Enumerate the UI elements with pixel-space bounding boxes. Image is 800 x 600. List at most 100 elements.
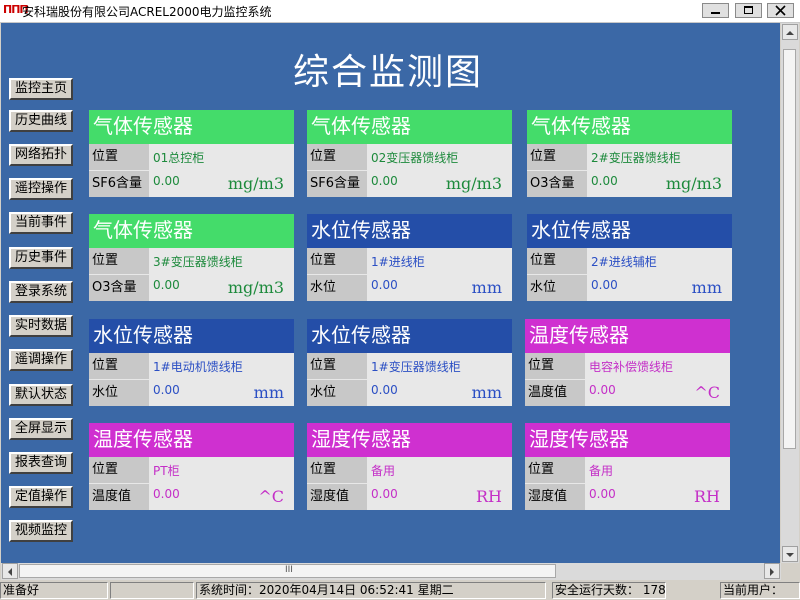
gas-sensor-card: 气体传感器 位置 01总控柜 SF6含量 0.00 mg/m3	[89, 110, 294, 197]
nav-realtime-data-button[interactable]: 实时数据	[9, 315, 73, 337]
page-title: 综合监测图	[293, 52, 484, 93]
position-value: 1#进线柜	[371, 255, 425, 269]
nav-login-button[interactable]: 登录系统	[9, 281, 73, 303]
scrollbar-corner	[781, 563, 799, 580]
nav-remote-adjust-button[interactable]: 遥调操作	[9, 349, 73, 371]
scroll-left-arrow-icon[interactable]	[2, 563, 18, 579]
position-label: 位置	[307, 248, 367, 274]
unit-label: mg/m3	[445, 174, 502, 193]
measure-label: 水位	[307, 275, 367, 301]
scroll-down-arrow-icon[interactable]	[782, 546, 798, 562]
card-title: 气体传感器	[307, 110, 512, 144]
vertical-scroll-thumb[interactable]	[783, 49, 796, 449]
measure-value: 0.00	[153, 174, 180, 188]
humidity-sensor-card: 湿度传感器 位置 备用 湿度值 0.00 RH	[525, 423, 730, 510]
unit-label: mg/m3	[665, 174, 722, 193]
measure-value: 0.00	[371, 174, 398, 188]
measure-label: 温度值	[89, 484, 149, 510]
unit-label: ^C	[258, 487, 284, 506]
nav-video-button[interactable]: 视频监控	[9, 520, 73, 542]
nav-report-query-button[interactable]: 报表查询	[9, 452, 73, 474]
position-value: 1#变压器馈线柜	[371, 360, 461, 374]
position-label: 位置	[89, 353, 149, 379]
nav-topology-button[interactable]: 网络拓扑	[9, 144, 73, 166]
nav-history-curve-button[interactable]: 历史曲线	[9, 110, 73, 132]
nav-setpoint-button[interactable]: 定值操作	[9, 486, 73, 508]
scroll-up-arrow-icon[interactable]	[782, 24, 798, 40]
gas-sensor-card: 气体传感器 位置 3#变压器馈线柜 O3含量 0.00 mg/m3	[89, 214, 294, 301]
card-title: 气体传感器	[89, 214, 294, 248]
position-value: 1#电动机馈线柜	[153, 360, 243, 374]
measure-value: 0.00	[371, 278, 398, 292]
unit-label: RH	[694, 487, 720, 506]
measure-label: SF6含量	[89, 171, 149, 197]
vertical-scrollbar[interactable]	[781, 23, 799, 563]
water-sensor-card: 水位传感器 位置 1#变压器馈线柜 水位 0.00 mm	[307, 319, 512, 406]
position-value: 2#进线辅柜	[591, 255, 657, 269]
minimize-button[interactable]	[702, 3, 729, 18]
card-title: 水位传感器	[307, 214, 512, 248]
gas-sensor-card: 气体传感器 位置 02变压器馈线柜 SF6含量 0.00 mg/m3	[307, 110, 512, 197]
measure-value: 0.00	[589, 383, 616, 397]
window-title: 安科瑞股份有限公司ACREL2000电力监控系统	[22, 5, 272, 19]
horizontal-scroll-thumb[interactable]: III	[19, 564, 556, 578]
nav-current-events-button[interactable]: 当前事件	[9, 212, 73, 234]
card-title: 气体传感器	[527, 110, 732, 144]
app-logo-icon: ΠΠΠ	[3, 3, 29, 16]
measure-label: O3含量	[89, 275, 149, 301]
card-title: 湿度传感器	[525, 423, 730, 457]
unit-label: mg/m3	[227, 278, 284, 297]
unit-label: mm	[253, 383, 284, 402]
measure-value: 0.00	[153, 383, 180, 397]
measure-value: 0.00	[153, 278, 180, 292]
humidity-sensor-card: 湿度传感器 位置 备用 湿度值 0.00 RH	[307, 423, 512, 510]
nav-home-button[interactable]: 监控主页	[9, 78, 73, 100]
horizontal-scrollbar[interactable]: III	[1, 563, 781, 580]
position-label: 位置	[307, 457, 367, 483]
unit-label: ^C	[694, 383, 720, 402]
card-title: 湿度传感器	[307, 423, 512, 457]
temperature-sensor-card: 温度传感器 位置 电容补偿馈线柜 温度值 0.00 ^C	[525, 319, 730, 406]
water-sensor-card: 水位传感器 位置 1#进线柜 水位 0.00 mm	[307, 214, 512, 301]
position-label: 位置	[89, 144, 149, 170]
card-title: 气体传感器	[89, 110, 294, 144]
position-label: 位置	[307, 353, 367, 379]
maximize-button[interactable]	[735, 3, 762, 18]
unit-label: mm	[471, 278, 502, 297]
status-safe-days: 安全运行天数： 178	[552, 582, 666, 599]
status-empty-pane	[110, 582, 194, 599]
position-value: 电容补偿馈线柜	[589, 360, 674, 374]
main-panel: 综合监测图 监控主页 历史曲线 网络拓扑 遥控操作 当前事件 历史事件 登录系统…	[1, 23, 780, 563]
nav-default-state-button[interactable]: 默认状态	[9, 384, 73, 406]
unit-label: mm	[691, 278, 722, 297]
measure-label: 水位	[89, 380, 149, 406]
position-label: 位置	[89, 248, 149, 274]
card-title: 水位传感器	[307, 319, 512, 353]
scroll-grip: III	[285, 565, 293, 575]
close-button[interactable]	[767, 3, 794, 18]
nav-history-events-button[interactable]: 历史事件	[9, 247, 73, 269]
measure-label: O3含量	[527, 171, 587, 197]
title-bar: ΠΠΠ 安科瑞股份有限公司ACREL2000电力监控系统	[0, 0, 800, 23]
measure-value: 0.00	[591, 278, 618, 292]
temperature-sensor-card: 温度传感器 位置 PT柜 温度值 0.00 ^C	[89, 423, 294, 510]
measure-label: 湿度值	[525, 484, 585, 510]
position-value: 3#变压器馈线柜	[153, 255, 243, 269]
position-label: 位置	[89, 457, 149, 483]
position-value: 02变压器馈线柜	[371, 151, 459, 165]
position-label: 位置	[525, 457, 585, 483]
status-system-time: 系统时间：2020年04月14日 06:52:41 星期二	[196, 582, 546, 599]
measure-value: 0.00	[153, 487, 180, 501]
measure-label: SF6含量	[307, 171, 367, 197]
status-ready: 准备好	[0, 582, 108, 599]
nav-fullscreen-button[interactable]: 全屏显示	[9, 418, 73, 440]
nav-remote-control-button[interactable]: 遥控操作	[9, 178, 73, 200]
card-title: 温度传感器	[525, 319, 730, 353]
card-title: 水位传感器	[527, 214, 732, 248]
measure-label: 水位	[527, 275, 587, 301]
position-value: 01总控柜	[153, 151, 205, 165]
scroll-right-arrow-icon[interactable]	[764, 563, 780, 579]
position-label: 位置	[307, 144, 367, 170]
measure-label: 温度值	[525, 380, 585, 406]
unit-label: RH	[476, 487, 502, 506]
